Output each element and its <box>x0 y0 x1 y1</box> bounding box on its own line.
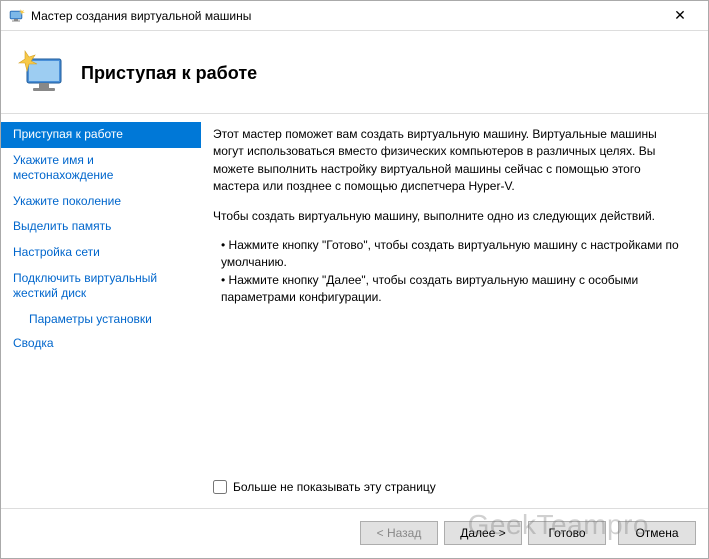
step-name-location[interactable]: Укажите имя и местонахождение <box>1 148 201 189</box>
step-virtual-disk[interactable]: Подключить виртуальный жесткий диск <box>1 266 201 307</box>
step-network[interactable]: Настройка сети <box>1 240 201 266</box>
option-next: Нажмите кнопку "Далее", чтобы создать ви… <box>221 272 690 307</box>
dont-show-label[interactable]: Больше не показывать эту страницу <box>233 479 436 496</box>
wizard-header: Приступая к работе <box>1 31 708 114</box>
step-getting-started[interactable]: Приступая к работе <box>1 122 201 148</box>
cancel-button[interactable]: Отмена <box>618 521 696 545</box>
main-panel: Этот мастер поможет вам создать виртуаль… <box>201 114 708 508</box>
dont-show-row: Больше не показывать эту страницу <box>213 479 690 500</box>
step-generation[interactable]: Укажите поколение <box>1 189 201 215</box>
wizard-steps-sidebar: Приступая к работе Укажите имя и местона… <box>1 114 201 508</box>
close-button[interactable]: ✕ <box>660 2 700 30</box>
step-memory[interactable]: Выделить память <box>1 214 201 240</box>
app-icon <box>9 8 25 24</box>
option-finish: Нажмите кнопку "Готово", чтобы создать в… <box>221 237 690 272</box>
page-title: Приступая к работе <box>81 63 257 84</box>
wizard-icon <box>17 49 67 97</box>
window-title: Мастер создания виртуальной машины <box>31 9 660 23</box>
intro-text: Этот мастер поможет вам создать виртуаль… <box>213 126 690 196</box>
titlebar: Мастер создания виртуальной машины ✕ <box>1 1 708 31</box>
step-summary[interactable]: Сводка <box>1 331 201 357</box>
options-list: Нажмите кнопку "Готово", чтобы создать в… <box>221 237 690 307</box>
next-button[interactable]: Далее > <box>444 521 522 545</box>
step-install-options[interactable]: Параметры установки <box>1 307 201 331</box>
content-area: Приступая к работе Укажите имя и местона… <box>1 114 708 508</box>
dont-show-checkbox[interactable] <box>213 480 227 494</box>
finish-button[interactable]: Готово <box>528 521 606 545</box>
instruction-text: Чтобы создать виртуальную машину, выполн… <box>213 208 690 225</box>
wizard-footer: < Назад Далее > Готово Отмена <box>1 508 708 556</box>
back-button: < Назад <box>360 521 438 545</box>
